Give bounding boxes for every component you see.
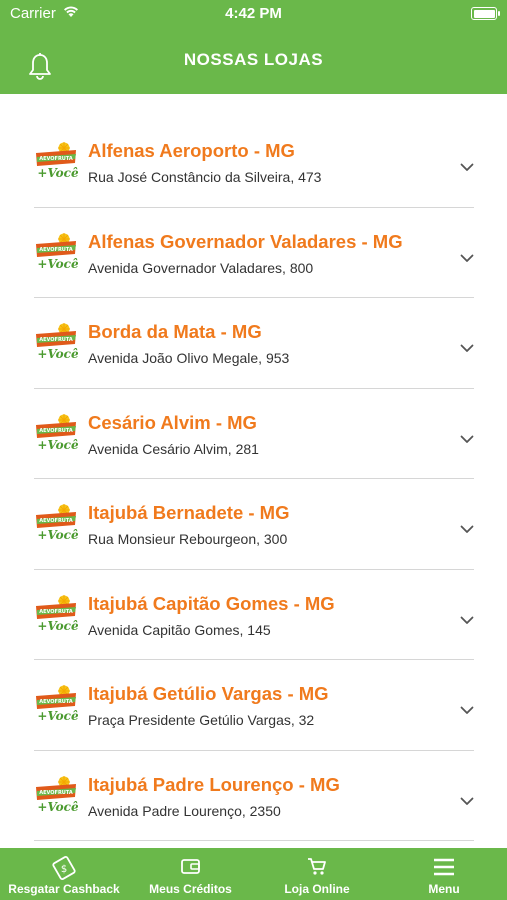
store-name: Borda da Mata - MG — [88, 321, 262, 342]
store-address: Avenida João Olivo Megale, 953 — [88, 350, 290, 366]
store-address: Avenida Capitão Gomes, 145 — [88, 621, 271, 638]
logo-top-text: AEVOFRUTA — [39, 156, 73, 162]
tab-label: Meus Créditos — [149, 882, 232, 896]
store-list-item[interactable]: AEVOFRUTA +Você Alfenas Aeroporto - MG Rua … — [34, 117, 474, 208]
page-title: NOSSAS LOJAS — [183, 50, 324, 69]
store-address: Rua Monsieur Rebourgeon, 300 — [88, 531, 288, 547]
chevron-down-icon[interactable] — [460, 612, 474, 630]
store-name: Itajubá Getúlio Vargas - MG — [88, 683, 329, 704]
chevron-down-icon[interactable] — [460, 250, 474, 268]
store-list-item[interactable]: AEVOFRUTA +Você Itajubá Padre Lourenço - M… — [34, 751, 474, 841]
logo-bottom-text: +Você — [37, 709, 78, 723]
store-name: Alfenas Governador Valadares - MG — [88, 230, 403, 252]
tab-label: Loja Online — [284, 882, 350, 896]
logo-bottom-text: +Você — [37, 347, 78, 361]
top-header: NOSSAS LOJAS — [0, 28, 507, 94]
battery-icon — [471, 7, 500, 20]
tab-label: Resgatar Cashback — [8, 882, 120, 896]
svg-text:$: $ — [61, 864, 67, 875]
store-logo: AEVOFRUTA +Você — [34, 775, 79, 815]
store-name: Alfenas Aeroporto - MG — [88, 140, 295, 161]
store-address: Avenida Padre Lourenço, 2350 — [88, 802, 281, 819]
logo-top-text: AEVOFRUTA — [39, 518, 73, 524]
tab-meus-creditos[interactable]: Meus Créditos — [128, 848, 253, 900]
logo-top-text: AEVOFRUTA — [39, 790, 73, 796]
store-list-item[interactable]: AEVOFRUTA +Você Cesário Alvim - MG Avenida … — [34, 389, 474, 479]
logo-top-text: AEVOFRUTA — [39, 609, 73, 615]
chevron-down-icon[interactable] — [460, 431, 474, 449]
store-list: AEVOFRUTA +Você Alfenas Aeroporto - MG Rua … — [34, 117, 474, 841]
cashback-icon: $ — [51, 856, 77, 885]
store-logo: AEVOFRUTA +Você — [34, 503, 79, 543]
chevron-down-icon[interactable] — [460, 702, 474, 720]
logo-top-text: AEVOFRUTA — [39, 337, 73, 343]
tab-resgatar-cashback[interactable]: $ Resgatar Cashback — [0, 848, 128, 900]
logo-bottom-text: +Você — [37, 438, 78, 452]
store-name: Itajubá Padre Lourenço - MG — [88, 773, 340, 795]
chevron-down-icon[interactable] — [460, 793, 474, 811]
store-list-item[interactable]: AEVOFRUTA +Você Borda da Mata - MG Avenida … — [34, 298, 474, 389]
logo-bottom-text: +Você — [37, 257, 78, 271]
store-list-item[interactable]: AEVOFRUTA +Você Itajubá Capitão Gomes - MG… — [34, 570, 474, 660]
tab-menu[interactable]: Menu — [381, 848, 507, 900]
store-logo: AEVOFRUTA +Você — [34, 413, 79, 453]
status-bar: Carrier 4:42 PM — [0, 0, 507, 28]
logo-bottom-text: +Você — [37, 166, 78, 180]
logo-bottom-text: +Você — [37, 619, 78, 633]
menu-icon — [432, 856, 456, 883]
store-logo: AEVOFRUTA +Você — [34, 594, 79, 634]
store-address: Rua José Constâncio da Silveira, 473 — [88, 169, 322, 185]
tab-bar: $ Resgatar Cashback Meus Créditos Loja O… — [0, 848, 507, 900]
chevron-down-icon[interactable] — [460, 521, 474, 539]
store-logo: AEVOFRUTA +Você — [34, 684, 79, 724]
tab-loja-online[interactable]: Loja Online — [253, 848, 381, 900]
chevron-down-icon[interactable] — [460, 340, 474, 358]
logo-bottom-text: +Você — [37, 528, 78, 542]
store-logo: AEVOFRUTA +Você — [34, 322, 79, 362]
cart-icon — [306, 856, 328, 881]
store-address: Avenida Governador Valadares, 800 — [88, 259, 314, 276]
tab-label: Menu — [428, 882, 460, 896]
chevron-down-icon[interactable] — [460, 159, 474, 177]
wallet-icon — [180, 856, 202, 881]
logo-top-text: AEVOFRUTA — [39, 428, 73, 434]
store-list-item[interactable]: AEVOFRUTA +Você Alfenas Governador Valadar… — [34, 208, 474, 298]
store-name: Cesário Alvim - MG — [88, 411, 257, 433]
store-name: Itajubá Bernadete - MG — [88, 502, 290, 523]
store-list-item[interactable]: AEVOFRUTA +Você Itajubá Getúlio Vargas - M… — [34, 660, 474, 751]
store-logo: AEVOFRUTA +Você — [34, 232, 79, 272]
store-name: Itajubá Capitão Gomes - MG — [88, 592, 335, 614]
clock: 4:42 PM — [225, 5, 282, 22]
store-logo: AEVOFRUTA +Você — [34, 141, 79, 181]
logo-top-text: AEVOFRUTA — [39, 699, 73, 705]
store-list-item[interactable]: AEVOFRUTA +Você Itajubá Bernadete - MG Rua … — [34, 479, 474, 570]
logo-bottom-text: +Você — [37, 800, 78, 814]
store-address: Avenida Cesário Alvim, 281 — [88, 440, 259, 457]
store-address: Praça Presidente Getúlio Vargas, 32 — [88, 712, 315, 728]
logo-top-text: AEVOFRUTA — [39, 247, 73, 253]
